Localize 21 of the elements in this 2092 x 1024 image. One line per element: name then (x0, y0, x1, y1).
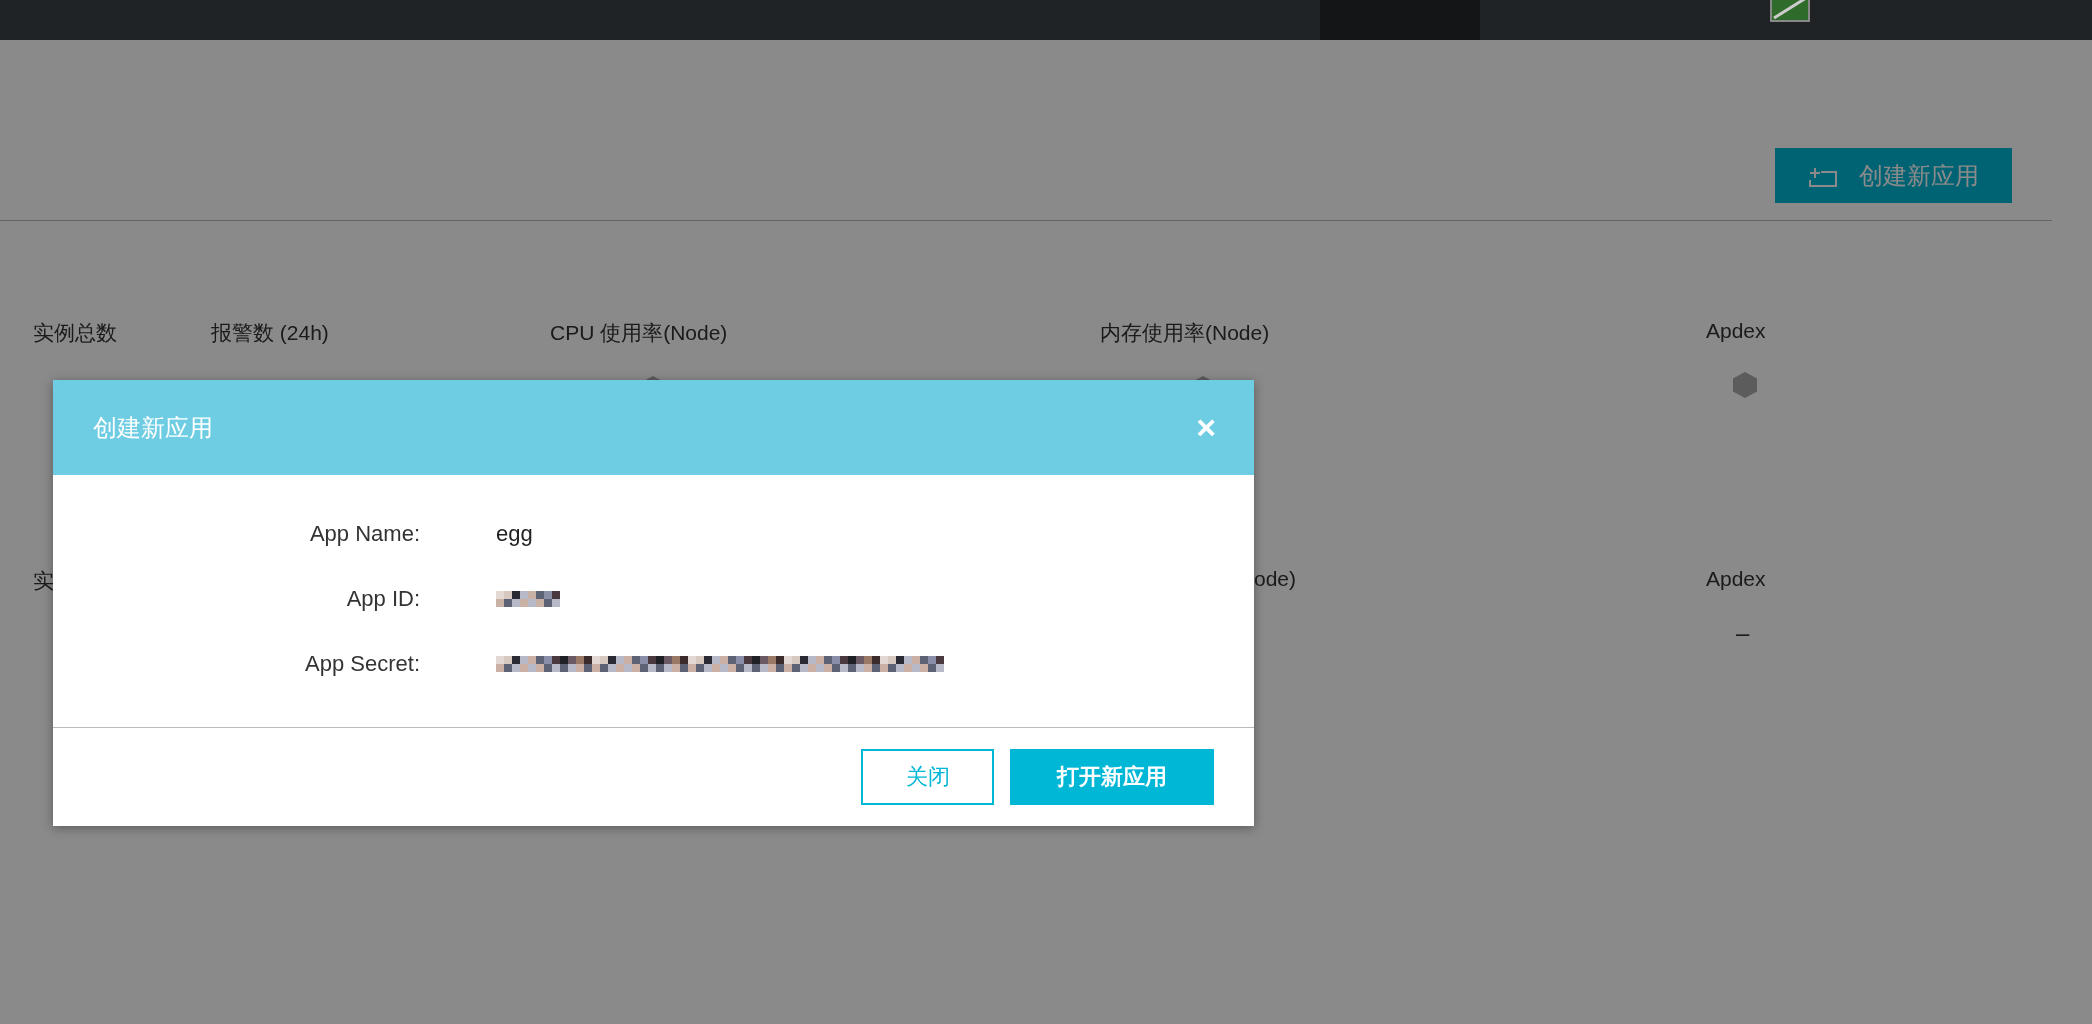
stat-value: – (1736, 619, 1751, 647)
stat-label: Apdex (1706, 567, 1767, 591)
field-label: App ID: (345, 586, 420, 612)
mosaic-drawing (496, 589, 560, 609)
image-icon[interactable] (1770, 0, 1810, 22)
close-dialog-button[interactable]: 关闭 (861, 749, 994, 805)
stat-label: ode) (1254, 567, 1298, 591)
stat-label: Apdex (1706, 319, 1767, 343)
stat-label: 实 (33, 568, 55, 594)
stat-label: 报警数 (24h) (211, 320, 330, 346)
stat-label: CPU 使用率(Node) (550, 320, 729, 346)
hexagon-icon (1732, 371, 1758, 399)
close-button[interactable]: × (1196, 408, 1216, 447)
field-value: egg (496, 521, 534, 547)
field-label: App Secret: (304, 651, 420, 677)
open-app-button[interactable]: 打开新应用 (1010, 749, 1214, 805)
stat-label: 实例总数 (33, 320, 118, 346)
dialog-title: 创建新应用 (93, 412, 213, 443)
create-app-button[interactable]: 创建新应用 (1775, 148, 2012, 203)
field-label: App Name: (308, 521, 420, 547)
stat-label: 内存使用率(Node) (1100, 320, 1271, 346)
